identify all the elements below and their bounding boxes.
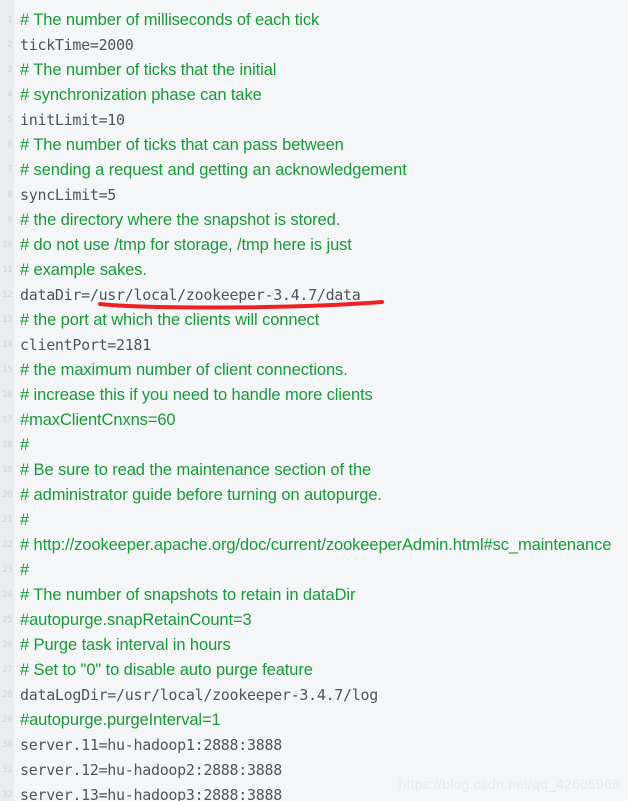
code-line: initLimit=10 <box>20 111 125 129</box>
line-number: 8 <box>7 190 12 200</box>
code-content-area[interactable]: # The number of milliseconds of each tic… <box>14 0 628 801</box>
line-number: 29 <box>2 715 12 725</box>
line-number: 17 <box>2 415 12 425</box>
code-comment-line: # http://zookeeper.apache.org/doc/curren… <box>20 536 612 554</box>
code-comment-line: # Be sure to read the maintenance sectio… <box>20 461 372 479</box>
code-comment-line: # administrator guide before turning on … <box>20 486 382 504</box>
code-comment-line: #autopurge.purgeInterval=1 <box>20 711 221 729</box>
code-line: dataDir=/usr/local/zookeeper-3.4.7/data <box>20 286 361 304</box>
code-comment-line: # <box>20 511 30 529</box>
line-number: 20 <box>2 490 12 500</box>
line-number: 12 <box>2 290 12 300</box>
line-number: 32 <box>2 790 12 800</box>
line-number: 16 <box>2 390 12 400</box>
code-comment-line: # increase this if you need to handle mo… <box>20 386 373 404</box>
line-number: 22 <box>2 540 12 550</box>
line-number: 3 <box>7 65 12 75</box>
code-line: clientPort=2181 <box>20 336 151 354</box>
line-number: 6 <box>7 140 12 150</box>
code-line: server.11=hu-hadoop1:2888:3888 <box>20 736 282 754</box>
code-comment-line: # sending a request and getting an ackno… <box>20 161 407 179</box>
code-line: dataLogDir=/usr/local/zookeeper-3.4.7/lo… <box>20 686 378 704</box>
line-number: 27 <box>2 665 12 675</box>
code-comment-line: # the maximum number of client connectio… <box>20 361 348 379</box>
code-line: server.13=hu-hadoop3:2888:3888 <box>20 786 282 801</box>
code-comment-line: # The number of ticks that can pass betw… <box>20 136 344 154</box>
line-number: 21 <box>2 515 12 525</box>
line-number: 18 <box>2 440 12 450</box>
code-screenshot: 1 2 3 4 5 6 7 8 9 10 11 12 13 14 15 16 17 18 19 20 21 22 23 24 2… <box>0 0 628 801</box>
line-number-gutter: 1 2 3 4 5 6 7 8 9 10 11 12 13 14 15 16 17 18 19 20 21 22 23 24 2… <box>0 0 14 801</box>
line-number: 19 <box>2 465 12 475</box>
code-comment-line: # the directory where the snapshot is st… <box>20 211 341 229</box>
code-comment-line: # The number of milliseconds of each tic… <box>20 11 320 29</box>
line-number: 7 <box>7 165 12 175</box>
line-number: 14 <box>2 340 12 350</box>
code-comment-line: # The number of ticks that the initial <box>20 61 277 79</box>
code-comment-line: # The number of snapshots to retain in d… <box>20 586 356 604</box>
line-number: 10 <box>2 240 12 250</box>
line-number: 30 <box>2 740 12 750</box>
code-comment-line: # <box>20 561 30 579</box>
code-line: syncLimit=5 <box>20 186 117 204</box>
line-number: 28 <box>2 690 12 700</box>
line-number: 31 <box>2 765 12 775</box>
line-number: 9 <box>7 215 12 225</box>
line-number: 24 <box>2 590 12 600</box>
code-comment-line: # do not use /tmp for storage, /tmp here… <box>20 236 352 254</box>
line-number: 13 <box>2 315 12 325</box>
line-number: 2 <box>7 40 12 50</box>
line-number: 23 <box>2 565 12 575</box>
code-comment-line: # Purge task interval in hours <box>20 636 231 654</box>
code-comment-line: # Set to "0" to disable auto purge featu… <box>20 661 313 679</box>
code-comment-line: # <box>20 436 30 454</box>
line-number: 5 <box>7 115 12 125</box>
code-comment-line: #autopurge.snapRetainCount=3 <box>20 611 252 629</box>
line-number: 4 <box>7 90 12 100</box>
code-line: server.12=hu-hadoop2:2888:3888 <box>20 761 282 779</box>
line-number: 25 <box>2 615 12 625</box>
line-number: 11 <box>2 265 12 275</box>
code-comment-line: # the port at which the clients will con… <box>20 311 320 329</box>
code-comment-line: # example sakes. <box>20 261 147 279</box>
code-comment-line: #maxClientCnxns=60 <box>20 411 176 429</box>
code-line: tickTime=2000 <box>20 36 134 54</box>
line-number: 1 <box>7 15 12 25</box>
blog-watermark: https://blog.csdn.net/qq_42605968 <box>398 776 620 792</box>
code-comment-line: # synchronization phase can take <box>20 86 262 104</box>
line-number: 26 <box>2 640 12 650</box>
line-number: 15 <box>2 365 12 375</box>
